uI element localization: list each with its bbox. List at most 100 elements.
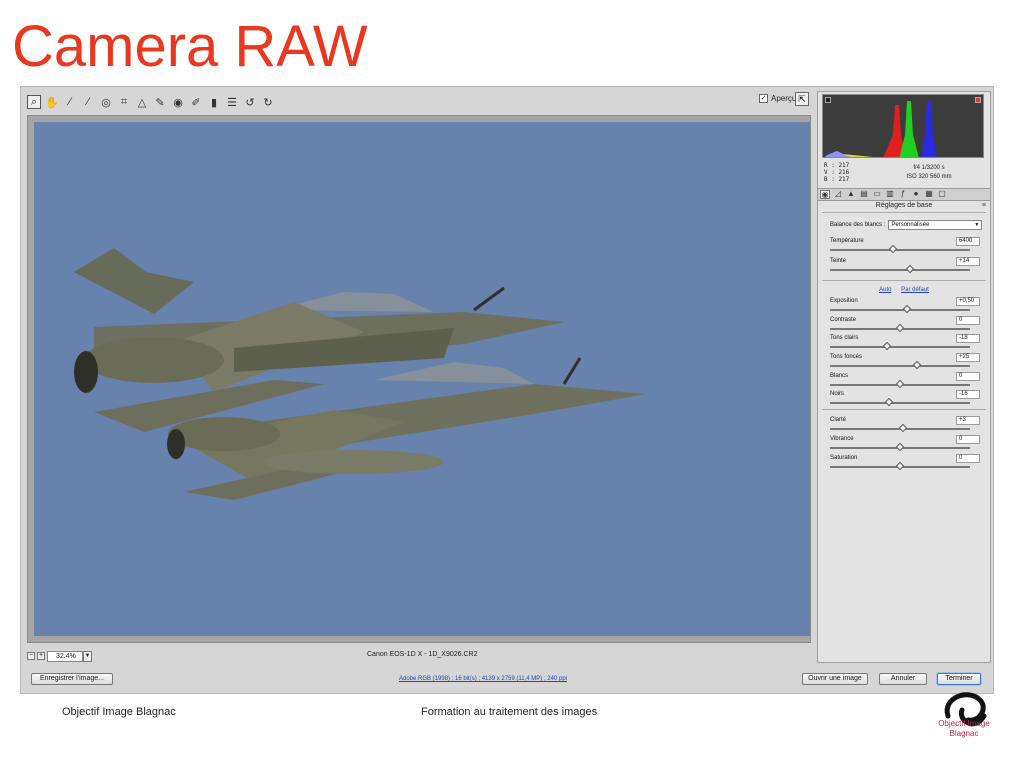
zoom-out-button[interactable]: − [27, 652, 35, 660]
rotate-ccw-icon[interactable]: ↺ [243, 95, 257, 109]
photo-preview [34, 122, 810, 636]
preview-label: Aperçu [771, 94, 797, 103]
logo-text: Objectif Image Blagnac [926, 719, 1002, 739]
slider-value-input[interactable]: 0 [956, 435, 980, 444]
slider-value-input[interactable]: -16 [956, 390, 980, 399]
slider-value-input[interactable]: +3 [956, 416, 980, 425]
straighten-icon[interactable]: △ [135, 95, 149, 109]
adjustments-panel: R : 217 V : 216 B : 217 f/4 1/3200 s ISO… [817, 91, 991, 663]
color-sampler-icon[interactable]: ⁄ [81, 95, 95, 109]
save-image-button[interactable]: Enregistrer l'image... [31, 673, 113, 685]
done-button[interactable]: Terminer [937, 673, 981, 685]
slider-thumb[interactable] [905, 264, 915, 274]
aperture-shutter: f/4 1/3200 s [913, 165, 945, 171]
highlight-clipping-icon[interactable] [975, 97, 981, 103]
white-balance-icon[interactable]: ⁄ [63, 95, 77, 109]
chevron-down-icon[interactable]: ▼ [83, 650, 92, 662]
slider-track[interactable] [830, 346, 970, 348]
adjustment-brush-icon[interactable]: ✐ [189, 95, 203, 109]
tab-effects-icon[interactable]: ƒ [898, 190, 908, 199]
target-adjust-icon[interactable]: ◎ [99, 95, 113, 109]
slider-thumb[interactable] [902, 304, 912, 314]
slider-exposition: Exposition +0,50 [830, 297, 980, 316]
zoom-level[interactable]: 32.4% [47, 650, 83, 662]
image-canvas[interactable] [27, 115, 811, 643]
panel-menu-icon[interactable]: ≡ [982, 202, 986, 209]
zoom-in-button[interactable]: + [37, 652, 45, 660]
footer-left: Objectif Image Blagnac [62, 706, 176, 718]
preferences-icon[interactable]: ☰ [225, 95, 239, 109]
tab-hsl-icon[interactable]: ▤ [859, 190, 869, 199]
open-image-button[interactable]: Ouvrir une image [802, 673, 868, 685]
slider-thumb[interactable] [884, 397, 894, 407]
camera-info: f/4 1/3200 s ISO 320 560 mm [874, 164, 984, 182]
slider-température: Température 6400 [830, 237, 980, 256]
slider-track[interactable] [830, 269, 970, 271]
slider-thumb[interactable] [895, 323, 905, 333]
tab-camera-calibration-icon[interactable]: ● [911, 190, 921, 199]
slider-vibrance: Vibrance 0 [830, 435, 980, 454]
slider-saturation: Saturation 0 [830, 454, 980, 473]
default-link[interactable]: Par défaut [901, 287, 929, 293]
slider-track[interactable] [830, 249, 970, 251]
tab-lens-icon[interactable]: ▥ [885, 190, 895, 199]
slider-label: Blancs [830, 373, 849, 379]
slider-track[interactable] [830, 309, 970, 311]
slider-value-input[interactable]: 0 [956, 454, 980, 463]
tab-detail-icon[interactable]: ▲ [846, 190, 856, 199]
tab-snapshots-icon[interactable]: ▢ [937, 190, 947, 199]
slider-noirs: Noirs -16 [830, 390, 980, 409]
readout-r: R : 217 [824, 162, 850, 169]
slider-value-input[interactable]: 6400 [956, 237, 980, 246]
slider-tons-foncés: Tons foncés +25 [830, 353, 980, 372]
slider-blancs: Blancs 0 [830, 372, 980, 391]
crop-icon[interactable]: ⌗ [117, 95, 131, 109]
slider-value-input[interactable]: 0 [956, 316, 980, 325]
readout-v: V : 216 [824, 169, 850, 176]
slider-label: Saturation [830, 455, 858, 461]
cancel-button[interactable]: Annuler [879, 673, 927, 685]
slider-value-input[interactable]: +0,50 [956, 297, 980, 306]
file-name: Canon EOS-1D X - 1D_X9026.CR2 [367, 651, 478, 658]
slider-value-input[interactable]: +14 [956, 257, 980, 266]
tab-tone-curve-icon[interactable]: ◿ [833, 190, 843, 199]
slider-thumb[interactable] [895, 379, 905, 389]
tab-split-toning-icon[interactable]: ▭ [872, 190, 882, 199]
slider-track[interactable] [830, 365, 970, 367]
rgb-readout: R : 217 V : 216 B : 217 [824, 162, 849, 183]
slider-thumb[interactable] [888, 244, 898, 254]
divider [822, 280, 986, 281]
slider-value-input[interactable]: +25 [956, 353, 980, 362]
graduated-filter-icon[interactable]: ▮ [207, 95, 221, 109]
logo-line2: Blagnac [949, 729, 979, 738]
fullscreen-icon[interactable]: ⇱ [795, 92, 809, 106]
slider-value-input[interactable]: 0 [956, 372, 980, 381]
slider-thumb[interactable] [895, 442, 905, 452]
white-balance-row: Balance des blancs : Personnalisée [830, 220, 983, 230]
slider-thumb[interactable] [912, 360, 922, 370]
slider-thumb[interactable] [883, 341, 892, 351]
zoom-icon[interactable]: ⌕ [27, 95, 41, 109]
shadow-clipping-icon[interactable] [825, 97, 831, 103]
red-eye-icon[interactable]: ◉ [171, 95, 185, 109]
rotate-cw-icon[interactable]: ↻ [261, 95, 275, 109]
slider-value-input[interactable]: -18 [956, 334, 980, 343]
preview-checkbox[interactable]: ✓ [759, 94, 768, 103]
panel-heading: Réglages de base [875, 202, 933, 209]
tab-presets-icon[interactable]: ▦ [924, 190, 934, 199]
slider-thumb[interactable] [898, 423, 908, 433]
slider-label: Température [830, 238, 864, 244]
slider-label: Tons foncés [830, 354, 863, 360]
slider-tons-clairs: Tons clairs -18 [830, 334, 980, 353]
slider-label: Tons clairs [830, 335, 859, 341]
hand-icon[interactable]: ✋ [45, 95, 59, 109]
auto-link[interactable]: Auto [879, 287, 891, 293]
spot-removal-icon[interactable]: ✎ [153, 95, 167, 109]
slider-thumb[interactable] [895, 461, 905, 471]
workflow-options-link[interactable]: Adobe RGB (1998) ; 16 bit(s) ; 4139 x 27… [399, 676, 567, 682]
wb-select[interactable]: Personnalisée [888, 220, 983, 230]
preview-toggle[interactable]: ✓ Aperçu [759, 94, 796, 103]
logo-line1: Objectif Image [938, 719, 990, 728]
tab-basic-icon[interactable]: ◉ [820, 190, 830, 199]
slider-track[interactable] [830, 402, 970, 404]
